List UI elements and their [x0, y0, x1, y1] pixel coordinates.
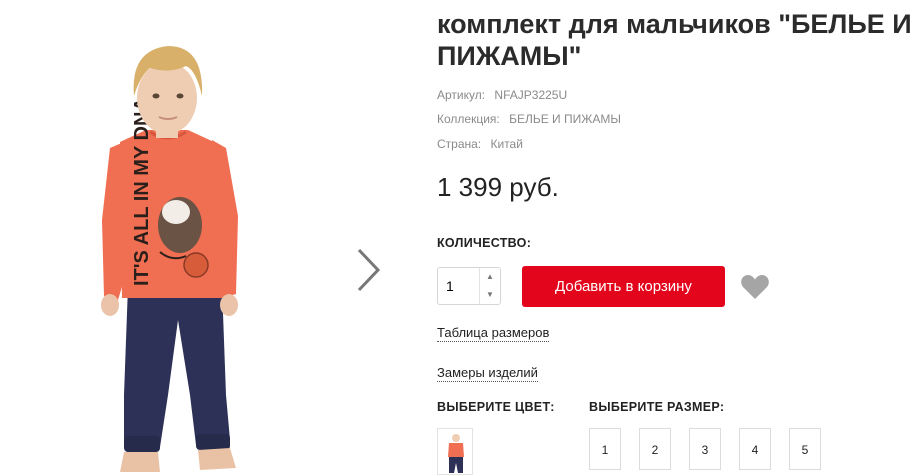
- country-value: Китай: [490, 137, 523, 151]
- color-select-label: ВЫБЕРИТЕ ЦВЕТ:: [437, 400, 555, 414]
- product-title: комплект для мальчиков "БЕЛЬЕ И ПИЖАМЫ": [437, 8, 917, 72]
- country-label: Страна:: [437, 137, 482, 151]
- size-table-link[interactable]: Таблица размеров: [437, 325, 550, 342]
- quantity-input[interactable]: [446, 278, 480, 294]
- collection-value: БЕЛЬЕ И ПИЖАМЫ: [509, 112, 621, 126]
- product-price: 1 399 руб.: [437, 172, 559, 202]
- article-value: NFAJP3225U: [494, 88, 568, 102]
- heart-icon[interactable]: [740, 274, 770, 300]
- size-option-5[interactable]: 5: [789, 428, 821, 470]
- size-option-3[interactable]: 3: [689, 428, 721, 470]
- collection-label: Коллекция:: [437, 112, 500, 126]
- color-swatch[interactable]: [437, 428, 473, 475]
- title-line-2: ПИЖАМЫ": [437, 41, 582, 71]
- country-row: Страна: Китай: [437, 137, 529, 151]
- title-line-1: комплект для мальчиков "БЕЛЬЕ И: [437, 9, 912, 39]
- size-option-4[interactable]: 4: [739, 428, 771, 470]
- add-to-cart-button[interactable]: Добавить в корзину: [522, 266, 725, 307]
- quantity-decrement-button[interactable]: ▼: [480, 286, 500, 304]
- article-row: Артикул: NFAJP3225U: [437, 88, 573, 102]
- quantity-increment-button[interactable]: ▲: [480, 268, 500, 286]
- size-option-1[interactable]: 1: [589, 428, 621, 470]
- measurements-link[interactable]: Замеры изделий: [437, 365, 538, 382]
- chevron-right-icon[interactable]: [352, 244, 384, 296]
- color-swatch-thumbnail: [448, 434, 464, 473]
- size-select-label: ВЫБЕРИТЕ РАЗМЕР:: [589, 400, 725, 414]
- quantity-stepper: ▲ ▼: [437, 267, 501, 305]
- quantity-spinner: ▲ ▼: [479, 268, 500, 304]
- article-label: Артикул:: [437, 88, 486, 102]
- collection-row: Коллекция: БЕЛЬЕ И ПИЖАМЫ: [437, 112, 627, 126]
- product-photo: IT'S ALL IN MY DNA: [101, 46, 238, 472]
- quantity-label: КОЛИЧЕСТВО:: [437, 236, 532, 250]
- size-option-2[interactable]: 2: [639, 428, 671, 470]
